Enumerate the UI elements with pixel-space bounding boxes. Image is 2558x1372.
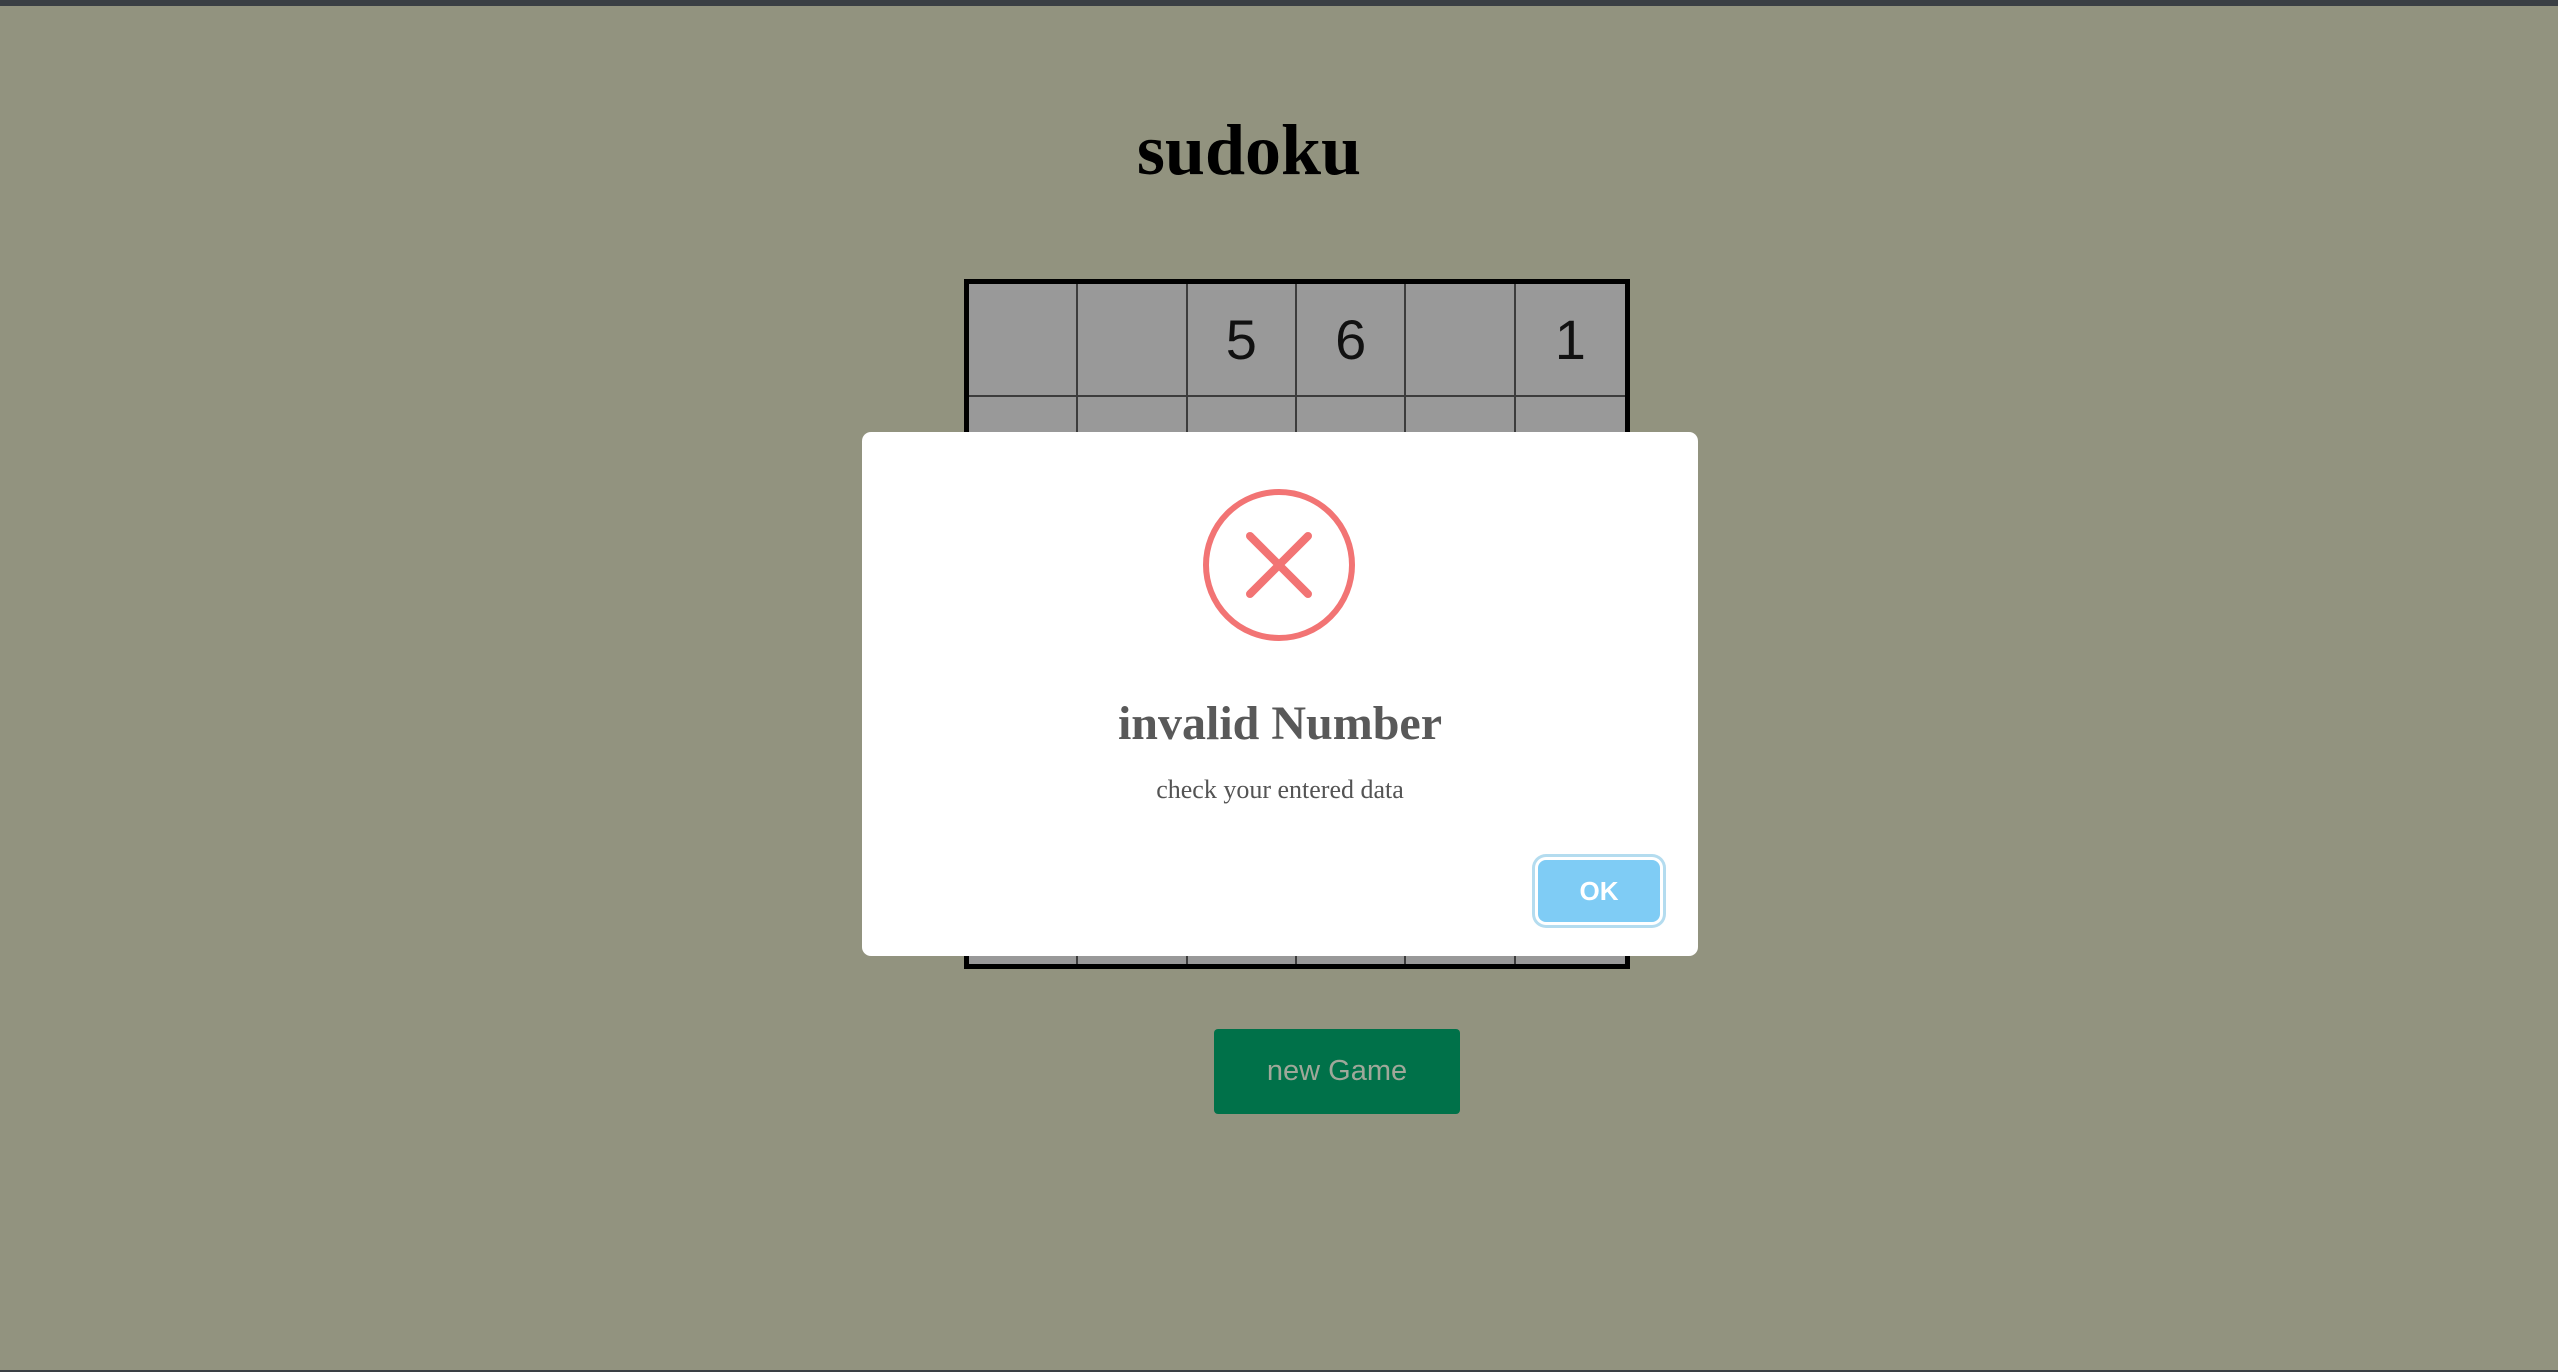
dialog-message: check your entered data [1156,775,1404,804]
ok-button[interactable]: OK [1538,860,1660,922]
error-x-circle-icon [1203,489,1355,641]
modal-overlay: invalid Number check your entered data O… [0,6,2558,1370]
dialog-title: invalid Number [1117,697,1443,750]
error-dialog: invalid Number check your entered data O… [862,432,1698,956]
